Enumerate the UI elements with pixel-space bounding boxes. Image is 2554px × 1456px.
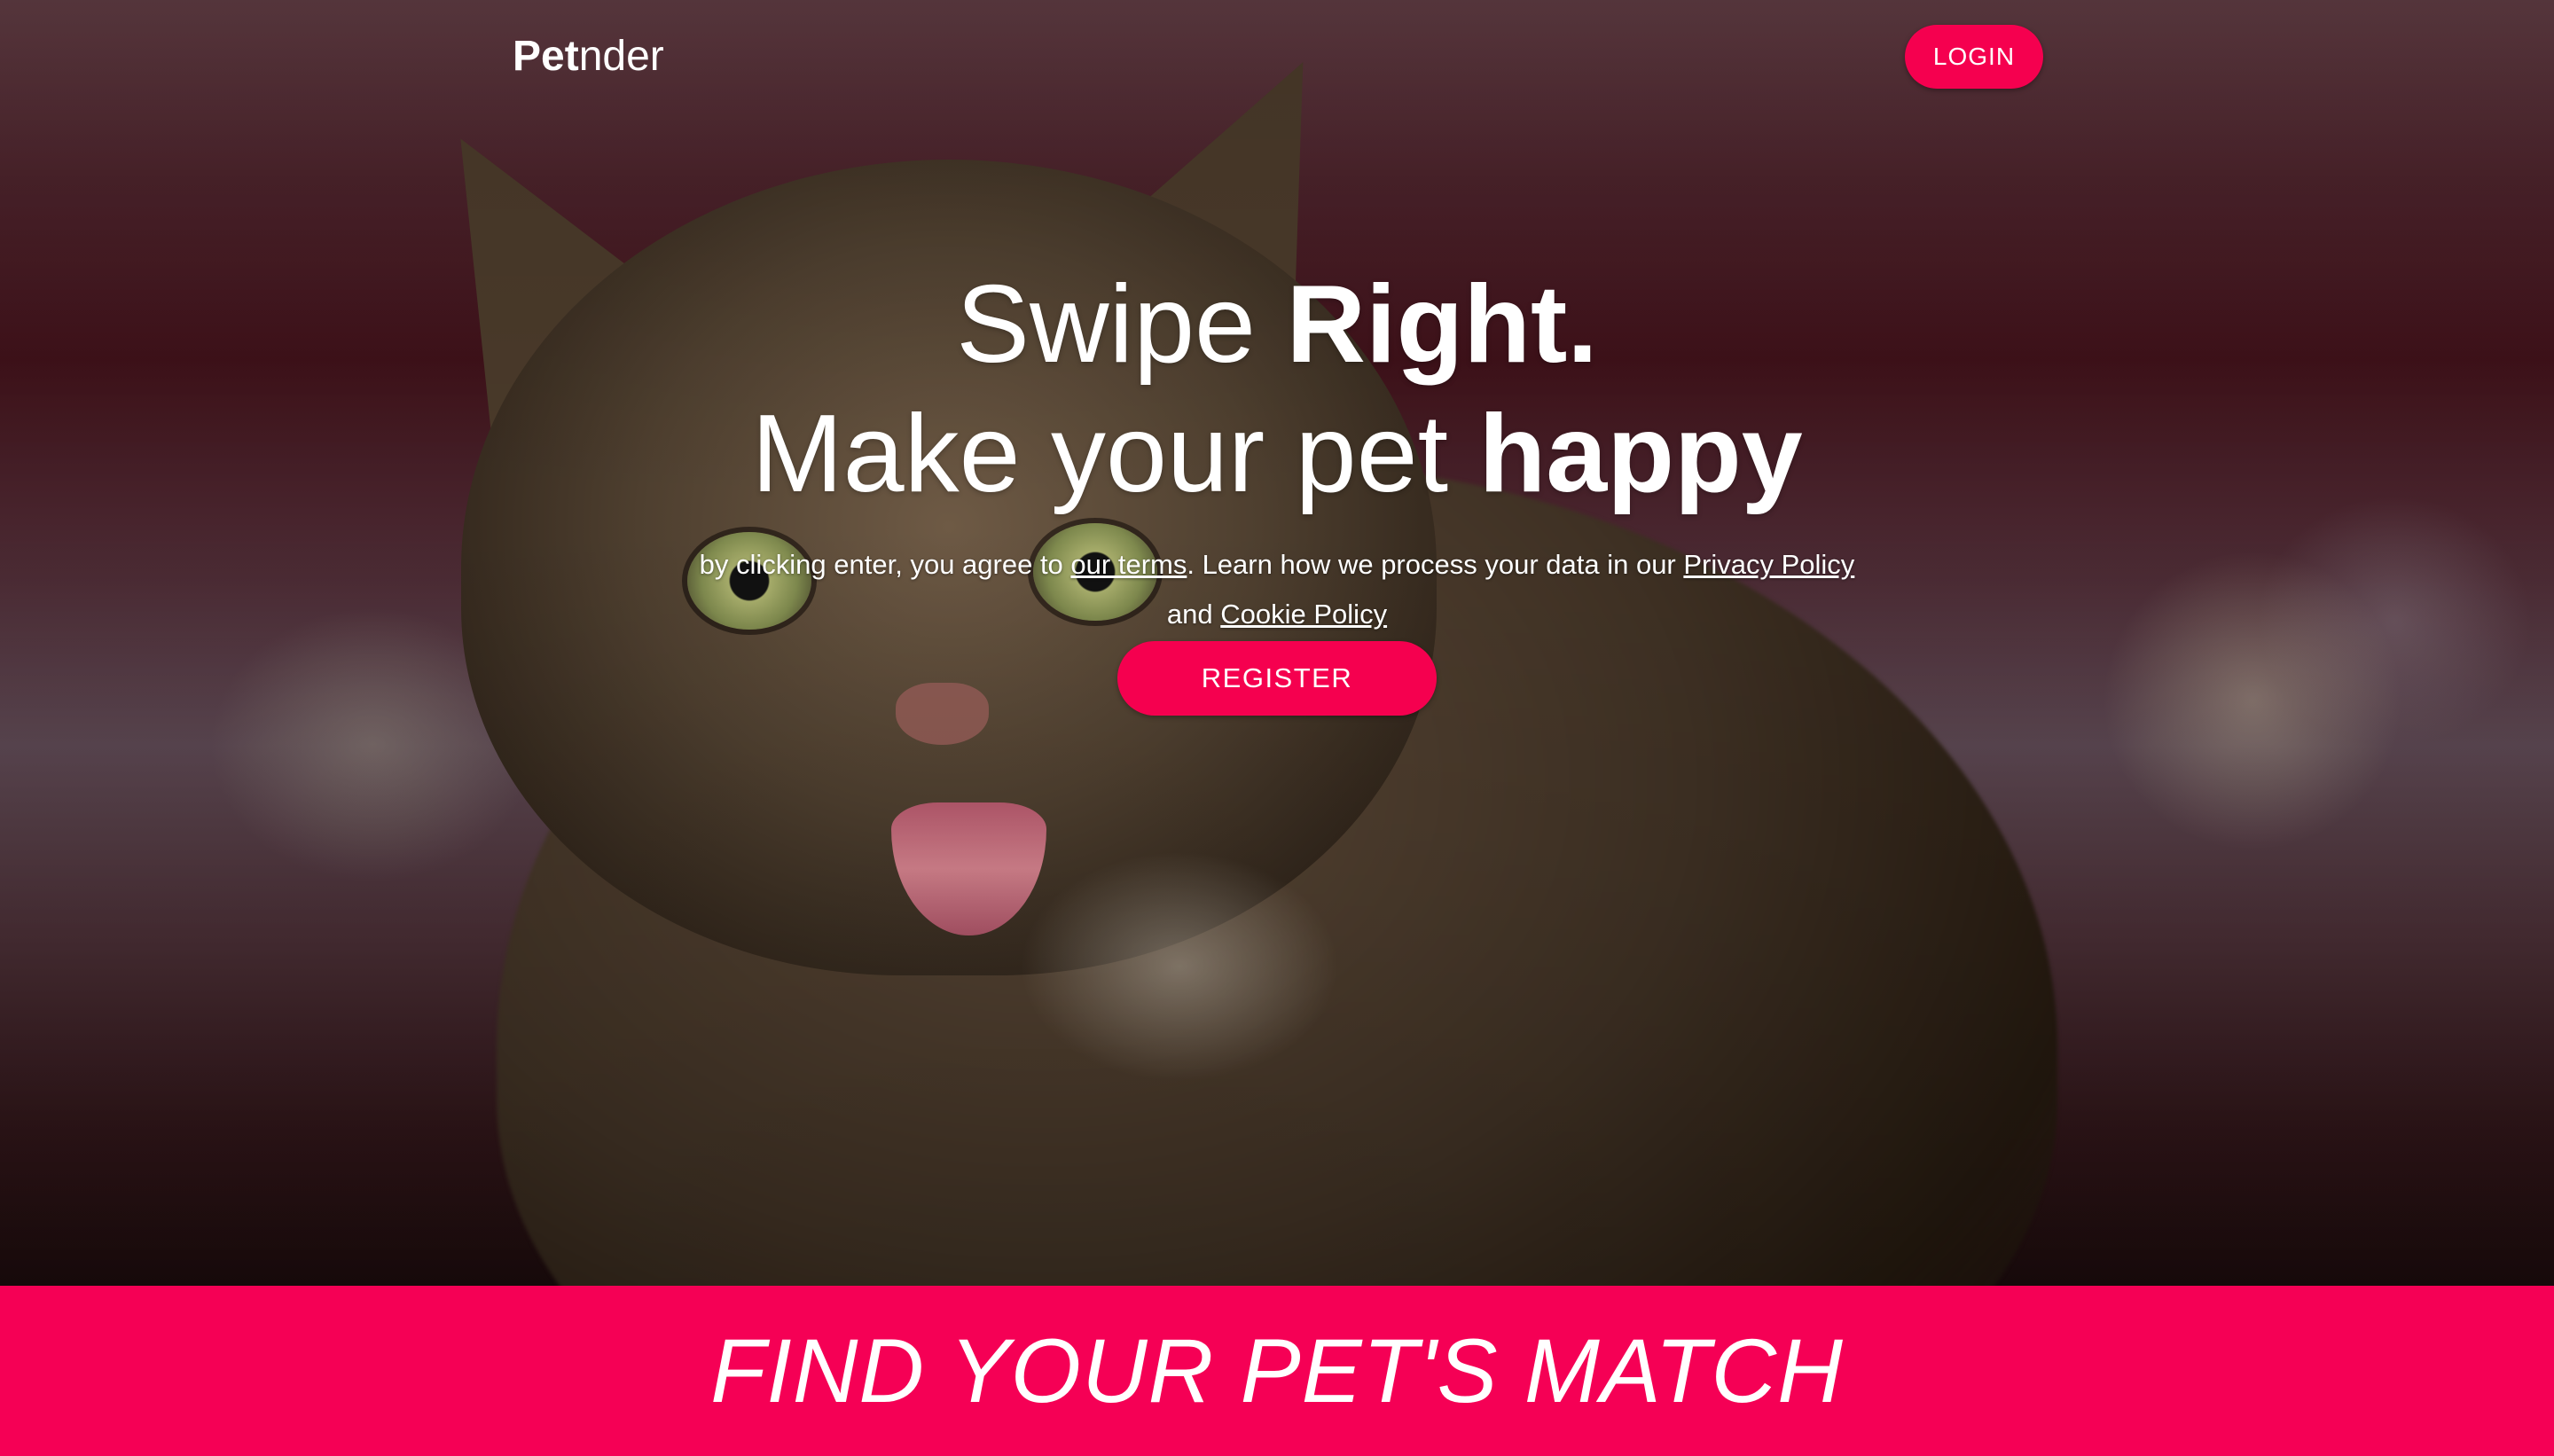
headline-line-1-light: Swipe	[956, 263, 1287, 387]
headline-line-2-light: Make your pet	[751, 393, 1479, 516]
legal-and: and	[1166, 599, 1221, 630]
register-button[interactable]: REGISTER	[1117, 641, 1437, 716]
headline-line-1-bold: Right.	[1286, 263, 1598, 387]
find-match-banner: FIND YOUR PET'S MATCH	[0, 1286, 2554, 1456]
login-button[interactable]: LOGIN	[1905, 25, 2043, 89]
legal-prefix: by clicking enter, you agree to	[699, 549, 1071, 580]
headline-line-2: Make your pet happy	[0, 389, 2554, 519]
terms-link[interactable]: our terms	[1070, 549, 1187, 580]
legal-notice: by clicking enter, you agree to our term…	[621, 540, 1933, 639]
brand-logo-light: nder	[578, 33, 664, 80]
brand-logo-bold: Pet	[513, 33, 579, 80]
legal-middle: . Learn how we process your data in our	[1187, 549, 1684, 580]
headline-line-2-bold: happy	[1478, 393, 1803, 516]
headline-line-1: Swipe Right.	[0, 260, 2554, 389]
top-navbar: Petnder LOGIN	[0, 0, 2554, 115]
banner-text: FIND YOUR PET'S MATCH	[710, 1319, 1844, 1421]
privacy-policy-link[interactable]: Privacy Policy	[1683, 549, 1854, 580]
cookie-policy-link[interactable]: Cookie Policy	[1220, 599, 1387, 630]
brand-logo[interactable]: Petnder	[513, 32, 664, 81]
hero-headline: Swipe Right. Make your pet happy	[0, 260, 2554, 519]
